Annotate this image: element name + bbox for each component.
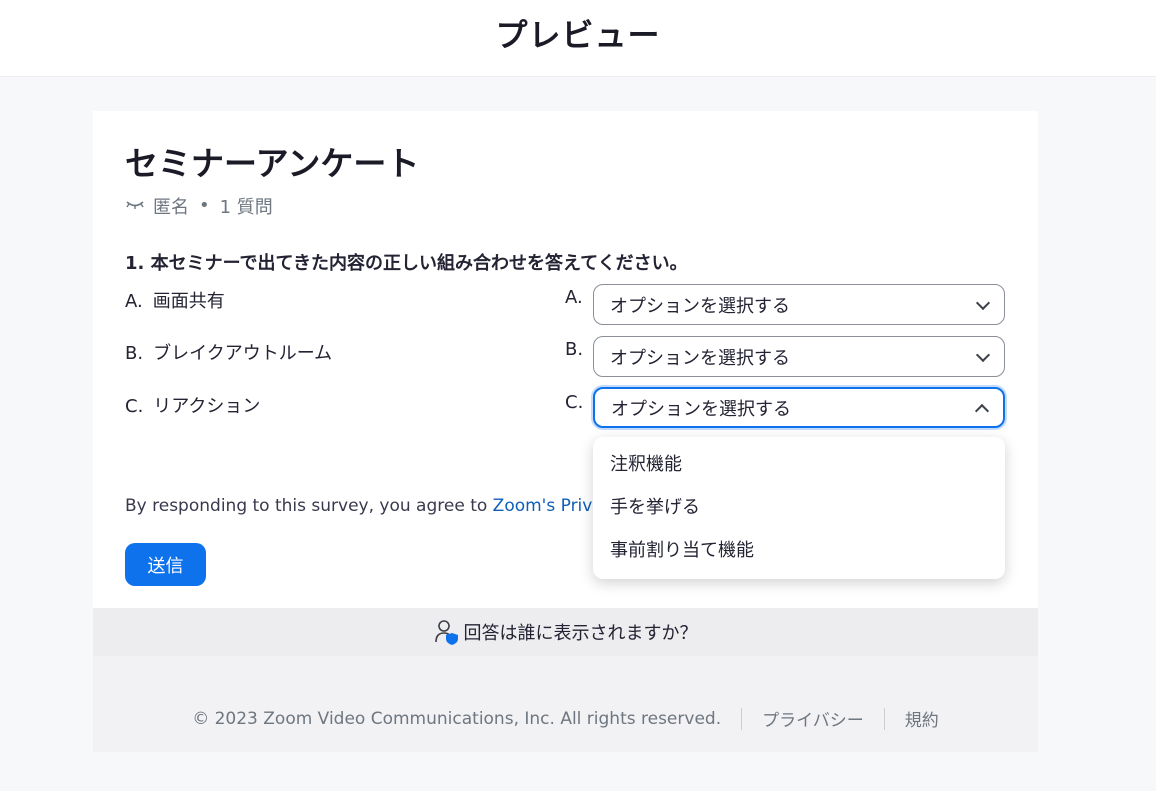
- footer: © 2023 Zoom Video Communications, Inc. A…: [93, 706, 1038, 731]
- option-dropdown-menu: 注釈機能 手を挙げる 事前割り当て機能: [593, 437, 1005, 579]
- match-letter-b: B.: [565, 339, 584, 360]
- item-letter: B.: [125, 343, 144, 364]
- chevron-up-icon: [974, 403, 990, 418]
- item-letter: A.: [125, 291, 143, 312]
- item-text: リアクション: [153, 396, 261, 417]
- terms-footer-link[interactable]: 規約: [905, 706, 939, 731]
- item-a: A. 画面共有: [125, 287, 225, 313]
- select-value: オプションを選択する: [610, 347, 790, 369]
- question-text: 1. 本セミナーで出てきた内容の正しい組み合わせを答えてください。: [125, 253, 688, 274]
- survey-title: セミナーアンケート: [125, 144, 420, 183]
- match-letter-c: C.: [565, 392, 584, 413]
- copyright-text: © 2023 Zoom Video Communications, Inc. A…: [192, 708, 722, 729]
- page-header: プレビュー: [0, 0, 1156, 77]
- consent-text: By responding to this survey, you agree …: [125, 496, 622, 516]
- privacy-footer-link[interactable]: プライバシー: [762, 706, 864, 731]
- anonymous-label: 匿名: [153, 197, 189, 218]
- match-select-c[interactable]: オプションを選択する: [593, 387, 1005, 428]
- item-text: 画面共有: [152, 291, 225, 312]
- chevron-down-icon: [975, 347, 991, 362]
- select-value: オプションを選択する: [610, 295, 790, 317]
- who-sees-bar[interactable]: 回答は誰に表示されますか？: [93, 608, 1038, 656]
- match-select-a[interactable]: オプションを選択する: [593, 284, 1005, 325]
- consent-prefix: By responding to this survey, you agree …: [125, 496, 493, 516]
- footer-divider: [883, 707, 885, 730]
- match-letter-a: A.: [565, 287, 583, 308]
- footer-divider: [741, 707, 743, 730]
- item-b: B. ブレイクアウトルーム: [125, 339, 332, 365]
- who-sees-label: 回答は誰に表示されますか？: [463, 623, 698, 644]
- item-letter: C.: [125, 396, 144, 417]
- user-shield-icon: [434, 620, 458, 645]
- match-select-b[interactable]: オプションを選択する: [593, 336, 1005, 377]
- meta-separator: •: [199, 195, 210, 216]
- footer-background: [93, 656, 1038, 752]
- closed-eye-icon: [125, 198, 145, 214]
- dropdown-option[interactable]: 手を挙げる: [593, 486, 1005, 529]
- item-text: ブレイクアウトルーム: [153, 343, 333, 364]
- submit-button[interactable]: 送信: [125, 543, 206, 586]
- chevron-down-icon: [975, 295, 991, 310]
- item-c: C. リアクション: [125, 392, 260, 418]
- question-count: 1 質問: [219, 197, 273, 218]
- select-value: オプションを選択する: [611, 398, 791, 420]
- page-title: プレビュー: [495, 16, 661, 54]
- survey-meta: 匿名 • 1 質問: [125, 193, 273, 219]
- dropdown-option[interactable]: 注釈機能: [593, 443, 1005, 486]
- dropdown-option[interactable]: 事前割り当て機能: [593, 529, 1005, 572]
